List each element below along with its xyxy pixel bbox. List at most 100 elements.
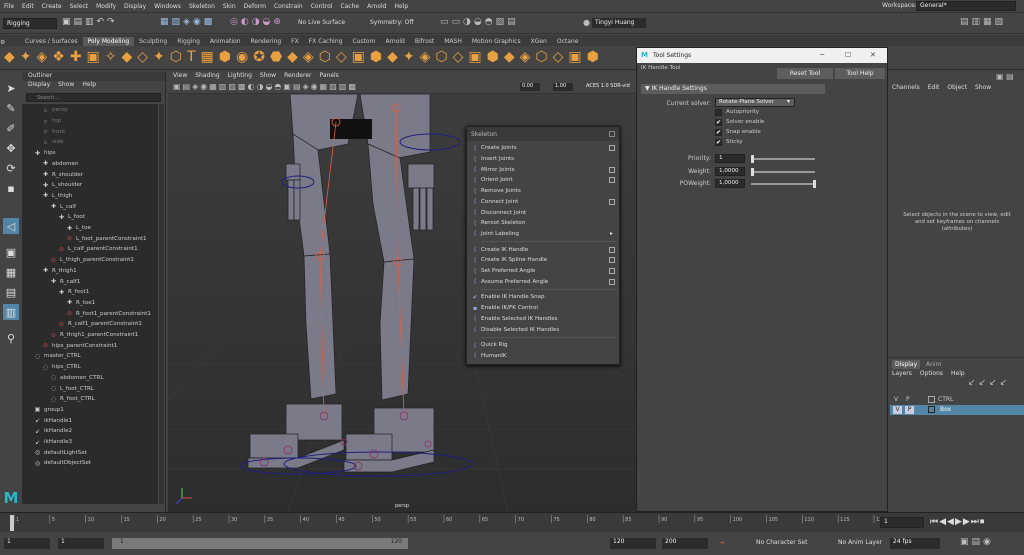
outliner-item[interactable]: ⊘ L_calf_parentConstraint1 xyxy=(58,244,138,255)
tab-anim[interactable]: Anim xyxy=(926,361,941,368)
checkbox-sticky[interactable]: ✔ xyxy=(715,139,722,146)
viewport-menu-renderer[interactable]: Renderer xyxy=(284,72,311,81)
colorspace-select[interactable]: ACES 1.0 SDR-vid xyxy=(586,83,636,91)
outliner-item[interactable]: ✚ L_calf xyxy=(50,201,76,212)
range-extra-icons[interactable]: ▣▤◉ xyxy=(960,537,994,547)
menu-display[interactable]: Display xyxy=(120,3,150,10)
select-tool-icon[interactable]: ➤ xyxy=(3,80,19,96)
shelf-tab-curves-surfaces[interactable]: Curves / Surfaces xyxy=(20,37,83,46)
playback-control-icons[interactable]: ⏮◀◀▶▶⏭⏹ xyxy=(930,517,985,527)
outliner-item[interactable]: ✚ L_thigh xyxy=(42,191,72,202)
layer-menu-help[interactable]: Help xyxy=(951,370,965,377)
ik-settings-frame-header[interactable]: ▼ IK Handle Settings xyxy=(641,84,825,94)
shelf-tab-fx[interactable]: FX xyxy=(286,37,304,46)
menu-skin[interactable]: Skin xyxy=(219,3,240,10)
exposure-field[interactable]: 0.00 xyxy=(520,83,540,91)
shelf-tab-sculpting[interactable]: Sculpting xyxy=(134,37,172,46)
skeleton-menu-item[interactable]: ⟨ Create IK Handle xyxy=(469,244,617,255)
channel-menu-object[interactable]: Object xyxy=(947,84,967,91)
skeleton-menu-item[interactable]: ⟨ Disable Selected IK Handles xyxy=(469,324,617,335)
option-box-icon[interactable] xyxy=(609,198,615,205)
skeleton-menu-item[interactable]: ⟨ Enable Selected IK Handles xyxy=(469,314,617,325)
minimize-icon[interactable]: ─ xyxy=(820,51,824,59)
menu-file[interactable]: File xyxy=(0,3,18,10)
skeleton-menu-item[interactable]: ⟨ Orient Joint xyxy=(469,175,617,186)
outliner-item[interactable]: ↙ ikHandle3 xyxy=(34,437,72,448)
search-icon[interactable]: ⚲ xyxy=(3,330,19,346)
viewport-menu-shading[interactable]: Shading xyxy=(195,72,219,81)
poweight-field[interactable]: 1,0000 xyxy=(715,179,745,188)
menu-deform[interactable]: Deform xyxy=(240,3,270,10)
weight-slider-handle[interactable] xyxy=(751,168,754,176)
menu-help[interactable]: Help xyxy=(391,3,413,10)
snap-icons[interactable]: ◎◐◑◒⊕ xyxy=(230,17,284,27)
range-slider-track[interactable]: 1 120 xyxy=(112,538,408,549)
outliner-item[interactable]: ✚ abdomen xyxy=(42,159,78,170)
layer-menu-layers[interactable]: Layers xyxy=(892,370,912,377)
option-box-icon[interactable] xyxy=(609,145,615,152)
viewport-toolbar-icons[interactable]: ▣▤◈◉▦▧▨▩◐◑◒◓▣▤◈◉▦▧▨▩ xyxy=(173,82,358,91)
close-icon[interactable]: ✕ xyxy=(870,51,876,59)
outliner-item[interactable]: ✚ L_shoulder xyxy=(42,180,82,191)
menu-cache[interactable]: Cache xyxy=(336,3,363,10)
time-slider[interactable]: 1 5 10 15 20 25 30 35 40 45 50 55 60 65 70 75 80 85 90 95 10… xyxy=(0,512,1024,532)
viewport-menu-show[interactable]: Show xyxy=(260,72,276,81)
outliner-scrollbar[interactable] xyxy=(159,104,164,504)
paint-tool-icon[interactable]: ✐ xyxy=(3,120,19,136)
menu-modify[interactable]: Modify xyxy=(92,3,120,10)
render-icons[interactable]: ▭▭◑◒◓▨▤ xyxy=(440,17,519,27)
live-surface-field[interactable]: No Live Surface xyxy=(298,19,356,28)
auto-key-icon[interactable]: ⌁ xyxy=(720,538,725,547)
layer-row-box[interactable]: V P Box xyxy=(890,405,1024,415)
outliner-item[interactable]: ◌ L_foot_CTRL xyxy=(50,383,94,394)
menu-create[interactable]: Create xyxy=(38,3,66,10)
outliner-layout-icon[interactable]: ▥ xyxy=(3,304,19,320)
menu-control[interactable]: Control xyxy=(307,3,337,10)
anim-end-field[interactable]: 200 xyxy=(662,538,708,549)
reset-tool-button[interactable]: Reset Tool xyxy=(777,68,833,79)
weight-slider[interactable] xyxy=(751,171,815,173)
skeleton-menu-item[interactable]: ⟨ Create Joints xyxy=(469,143,617,154)
shelf-tool-icons[interactable]: ◆✦◈❖✚▣✧◆◇✦⬡T▦⬢◉✪⬣◆◈⬡◇▣⬢◆✦◈⬡◇▣⬢◆◈⬡◇▣⬢ xyxy=(4,49,604,65)
menu-set-select[interactable]: Rigging xyxy=(3,18,57,29)
outliner-item[interactable]: ◌ hips_CTRL xyxy=(42,362,81,373)
outliner-item[interactable]: ⊘ R_calf1_parentConstraint1 xyxy=(58,319,142,330)
skeleton-menu-item[interactable]: ⟨ Disconnect Joint xyxy=(469,207,617,218)
skeleton-menu-item[interactable]: ⟨ Quick Rig xyxy=(469,340,617,351)
menu-arnold[interactable]: Arnold xyxy=(363,3,390,10)
fps-select[interactable]: 24 fps xyxy=(890,538,940,549)
outliner-item[interactable]: ✚ L_foot xyxy=(58,212,85,223)
outliner-item[interactable]: ✚ R_calf1 xyxy=(50,276,80,287)
outliner-menu-show[interactable]: Show xyxy=(58,81,74,91)
option-box-icon[interactable] xyxy=(609,177,615,184)
shelf-tab-xgen[interactable]: XGen xyxy=(526,37,552,46)
workspace-select[interactable]: General* xyxy=(916,1,1016,11)
poweight-slider-handle[interactable] xyxy=(813,180,816,188)
option-box-icon[interactable] xyxy=(609,166,615,173)
tool-help-button[interactable]: Tool Help xyxy=(835,68,885,79)
menu-select[interactable]: Select xyxy=(66,3,93,10)
outliner-item[interactable]: ⊘ R_thigh1_parentConstraint1 xyxy=(50,330,138,341)
weight-field[interactable]: 1,0000 xyxy=(715,167,745,176)
option-box-icon[interactable] xyxy=(609,246,615,253)
single-view-icon[interactable]: ▣ xyxy=(3,244,19,260)
layer-color-swatch[interactable] xyxy=(928,406,935,413)
skeleton-menu-item[interactable]: ⟨ Insert Joints xyxy=(469,154,617,165)
channel-menu-show[interactable]: Show xyxy=(975,84,991,91)
shelf-tab-fx-caching[interactable]: FX Caching xyxy=(304,37,348,46)
checkbox-solver-enable[interactable]: ✔ xyxy=(715,119,722,126)
shelf-tab-rendering[interactable]: Rendering xyxy=(246,37,287,46)
shelf-menu-icon[interactable]: ⚙ xyxy=(0,39,20,46)
layer-color-swatch[interactable] xyxy=(928,396,935,403)
panel-toggle-icons[interactable]: ▤▥▦▧ xyxy=(960,17,1006,27)
outliner-item[interactable]: ◌ R_foot_CTRL xyxy=(50,394,95,405)
menu-skeleton[interactable]: Skeleton xyxy=(185,3,219,10)
skeleton-menu-item[interactable]: ⟨ Set Preferred Angle xyxy=(469,266,617,277)
outliner-item[interactable]: ✚ L_toe xyxy=(66,223,91,234)
menu-edit[interactable]: Edit xyxy=(18,3,38,10)
outliner-item[interactable]: ⊘ R_foot1_parentConstraint1 xyxy=(66,308,151,319)
shelf-tab-arnold[interactable]: Arnold xyxy=(380,37,409,46)
tab-display[interactable]: Display xyxy=(892,360,921,369)
anim-layer-select[interactable]: No Anim Layer xyxy=(838,539,882,546)
outliner-item[interactable]: ✚ R_foot1 xyxy=(58,287,89,298)
